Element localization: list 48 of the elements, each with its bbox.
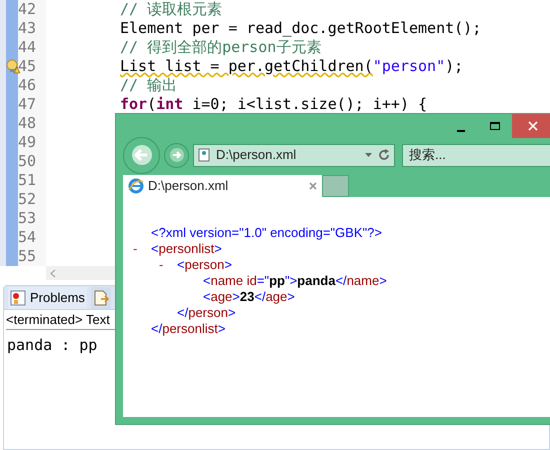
browser-tab[interactable]: D:\person.xml xyxy=(123,175,322,197)
collapse-toggle[interactable]: - xyxy=(133,241,151,257)
line-number: 45 xyxy=(18,57,36,75)
document-icon xyxy=(92,290,109,306)
xml-line: <name id="pp">panda</name> xyxy=(202,273,387,289)
code-line: Element per = read_doc.getRootElement(); xyxy=(120,19,482,37)
tab-title: D:\person.xml xyxy=(148,177,230,196)
code-line: // 输出 xyxy=(120,76,178,94)
xml-line: <age>23</age> xyxy=(202,289,295,305)
line-number: 55 xyxy=(18,247,36,265)
line-number: 50 xyxy=(18,152,36,170)
horizontal-scrollbar[interactable] xyxy=(46,266,115,280)
forward-button[interactable] xyxy=(164,142,189,168)
address-text: D:\person.xml xyxy=(216,146,298,164)
back-button[interactable] xyxy=(123,136,160,174)
line-number: 52 xyxy=(18,190,36,208)
line-number: 49 xyxy=(18,133,36,151)
line-number: 44 xyxy=(18,38,36,56)
line-number: 47 xyxy=(18,95,36,113)
xml-line: <personlist> xyxy=(151,241,222,257)
code-line: for(int i=0; i<list.size(); i++) { xyxy=(120,95,428,113)
line-number: 48 xyxy=(18,114,36,132)
panel-tab[interactable]: Problems xyxy=(8,286,87,308)
line-number: 54 xyxy=(18,228,36,246)
address-bar[interactable]: D:\person.xml xyxy=(193,144,395,166)
close-icon xyxy=(528,121,538,131)
search-field[interactable]: 搜索... xyxy=(402,144,550,166)
scroll-left-icon[interactable] xyxy=(50,268,56,278)
dropdown-caret-icon[interactable] xyxy=(365,153,372,157)
console-output: panda : pp xyxy=(7,335,98,356)
line-number: 46 xyxy=(18,76,36,94)
close-tab-icon[interactable] xyxy=(309,182,317,190)
line-number: 43 xyxy=(18,19,36,37)
code-line: // 读取根元素 xyxy=(120,0,222,18)
xml-line: <?xml version="1.0" encoding="GBK"?> xyxy=(150,225,382,241)
panel-tab[interactable] xyxy=(90,286,111,308)
line-number: 53 xyxy=(18,209,36,227)
close-button[interactable] xyxy=(512,114,550,138)
browser-e-icon xyxy=(128,178,144,194)
code-line: List list = per.getChildren("person"); xyxy=(120,57,464,75)
code-line: // 得到全部的person子元素 xyxy=(120,38,322,56)
line-number: 42 xyxy=(18,0,36,18)
line-number: 51 xyxy=(18,171,36,189)
problems-icon xyxy=(10,290,26,306)
document-icon xyxy=(198,148,210,162)
refresh-icon[interactable] xyxy=(378,149,390,161)
collapse-toggle[interactable]: - xyxy=(159,257,177,273)
xml-line: <person> xyxy=(177,257,232,273)
